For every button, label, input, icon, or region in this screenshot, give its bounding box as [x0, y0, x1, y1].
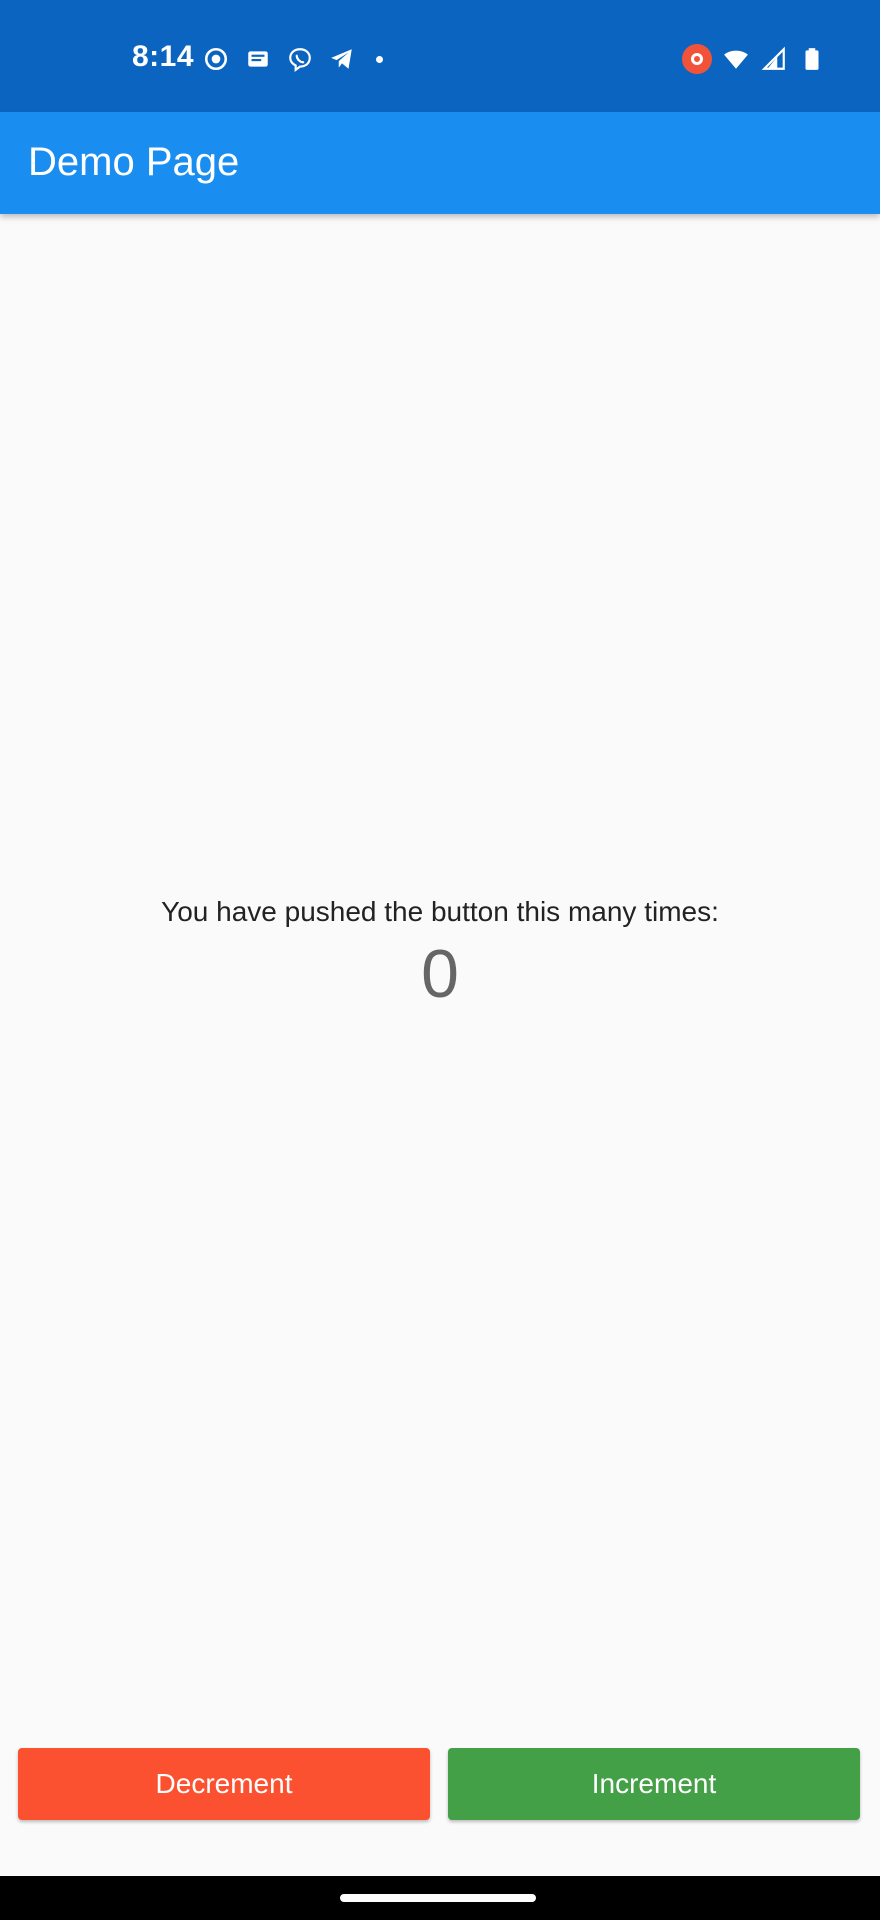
decrement-button[interactable]: Decrement — [18, 1748, 430, 1820]
notification-icons — [202, 44, 383, 74]
message-icon — [244, 45, 272, 73]
target-icon — [202, 45, 230, 73]
signal-icon — [760, 45, 788, 73]
status-time: 8:14 — [132, 40, 195, 73]
system-icons — [682, 44, 826, 74]
increment-button[interactable]: Increment — [448, 1748, 860, 1820]
battery-icon — [798, 45, 826, 73]
counter-section: You have pushed the button this many tim… — [0, 888, 880, 1012]
status-bar: 8:14 — [0, 0, 880, 112]
home-gesture-handle[interactable] — [340, 1894, 536, 1902]
telegram-icon — [328, 45, 356, 73]
counter-label: You have pushed the button this many tim… — [161, 896, 719, 927]
wifi-icon — [722, 45, 750, 73]
screen-record-icon — [682, 44, 712, 74]
counter-value: 0 — [421, 936, 459, 1012]
page-title: Demo Page — [28, 140, 240, 184]
app-bar: Demo Page — [0, 112, 880, 214]
viber-icon — [286, 45, 314, 73]
dot-icon — [376, 55, 383, 63]
navigation-bar — [0, 1876, 880, 1920]
app-screen: 8:14 Demo Page You have pushed the butto… — [0, 0, 880, 1920]
